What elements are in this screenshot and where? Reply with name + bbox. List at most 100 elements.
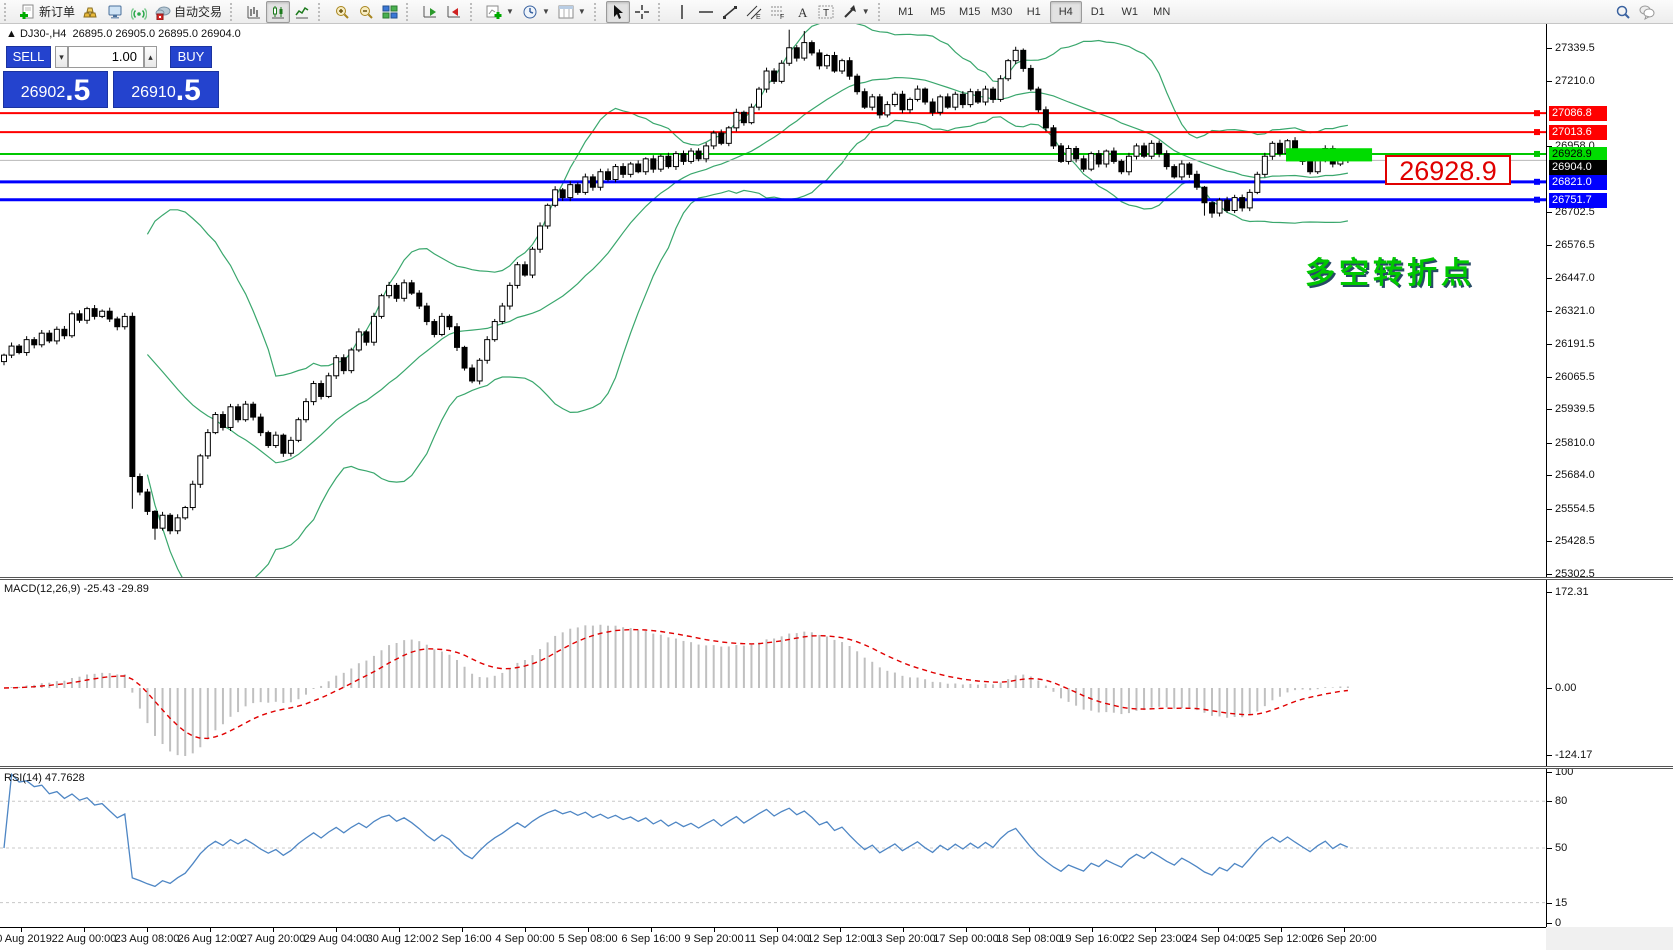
pane-separator[interactable] [0, 577, 1673, 580]
main-chart-pane[interactable]: ▲ DJ30-,H4 26895.0 26905.0 26895.0 26904… [0, 24, 1546, 577]
toolbar-equidistant-channel[interactable]: E [742, 1, 766, 23]
sell-button[interactable]: SELL [6, 46, 51, 68]
toolbar-crosshair[interactable] [630, 1, 654, 23]
time-tick-label: 22 Aug 00:00 [52, 933, 117, 945]
axis-tick-label: 26321.0 [1555, 305, 1595, 317]
macd-pane[interactable]: MACD(12,26,9) -25.43 -29.89 [0, 580, 1546, 766]
time-tick-label: 18 Sep 08:00 [996, 933, 1061, 945]
toolbar-zoom-out[interactable] [354, 1, 378, 23]
timeframe-m5[interactable]: M5 [922, 1, 954, 23]
axis-tick-label [1547, 574, 1552, 575]
toolbar-templates[interactable]: ▼ [554, 1, 590, 23]
toolbar-fibonacci[interactable]: F [766, 1, 790, 23]
toolbar-periods[interactable]: ▼ [518, 1, 554, 23]
toolbar-bar-chart[interactable] [242, 1, 266, 23]
toolbar-market-watch[interactable] [79, 1, 103, 23]
timeframe-h4[interactable]: H4 [1050, 1, 1082, 23]
toolbar-new-order[interactable]: 新订单 [16, 1, 79, 23]
toolbar-text-label[interactable]: T [814, 1, 838, 23]
buy-button[interactable]: BUY [170, 46, 212, 68]
time-tick-label: 24 Sep 04:00 [1185, 933, 1250, 945]
axis-tick-label [1547, 443, 1552, 444]
time-tick-label: 22 Sep 23:00 [1122, 933, 1187, 945]
time-tick-label: 26 Aug 12:00 [178, 933, 243, 945]
toolbar-right [1611, 1, 1659, 23]
rsi-pane[interactable]: RSI(14) 47.7628 [0, 769, 1546, 927]
axis-tick-label: 25554.5 [1555, 503, 1595, 515]
price-line-tag: 26821.0 [1549, 175, 1607, 190]
toolbar-arrows[interactable]: ▼ [838, 1, 874, 23]
toolbar-chat[interactable] [1635, 1, 1659, 23]
timeframe-m15[interactable]: M15 [954, 1, 986, 23]
time-tick [903, 928, 904, 932]
main-chart-canvas[interactable] [0, 24, 1546, 577]
toolbar-navigator[interactable] [103, 1, 127, 23]
timeframe-m1[interactable]: M1 [890, 1, 922, 23]
price-callout-label[interactable]: 26928.9 [1385, 155, 1511, 185]
axis-tick-label: 0 [1555, 917, 1561, 929]
one-click-trading-panel: SELL ▾ 1.00 ▴ BUY 26902.5 26910.5 [3, 46, 219, 108]
axis-tick-label: 26447.0 [1555, 272, 1595, 284]
toolbar-grip [658, 3, 667, 21]
time-tick [399, 928, 400, 932]
collapse-arrow-icon[interactable]: ▲ [6, 28, 17, 40]
time-tick-label: 19 Sep 16:00 [1059, 933, 1124, 945]
toolbar-tile-windows[interactable] [378, 1, 402, 23]
toolbar-chart-shift[interactable] [442, 1, 466, 23]
timeframe-m30[interactable]: M30 [986, 1, 1018, 23]
axis-tick [1547, 592, 1552, 593]
time-tick-label: 13 Sep 20:00 [870, 933, 935, 945]
toolbar-cursor[interactable] [606, 1, 630, 23]
rsi-canvas[interactable] [0, 769, 1546, 927]
pane-separator[interactable] [0, 766, 1673, 769]
time-axis[interactable]: 20 Aug 201922 Aug 00:0023 Aug 08:0026 Au… [0, 927, 1546, 950]
time-tick [588, 928, 589, 932]
timeframe-mn[interactable]: MN [1146, 1, 1178, 23]
axis-tick-label [1547, 81, 1552, 82]
toolbar-grip [594, 3, 603, 21]
time-tick [840, 928, 841, 932]
time-tick-label: 4 Sep 00:00 [495, 933, 554, 945]
macd-canvas[interactable] [0, 580, 1546, 766]
time-tick-label: 2 Sep 16:00 [432, 933, 491, 945]
sell-price-button[interactable]: 26902.5 [3, 71, 108, 108]
axis-tick-label: 26065.5 [1555, 371, 1595, 383]
chevron-down-icon: ▼ [578, 7, 586, 16]
toolbar-text[interactable]: A [790, 1, 814, 23]
toolbar-auto-trading[interactable]: 自动交易 [151, 1, 226, 23]
time-tick [147, 928, 148, 932]
volume-input[interactable]: 1.00 [68, 46, 144, 68]
toolbar-signals[interactable] [127, 1, 151, 23]
time-tick [966, 928, 967, 932]
rsi-label: RSI(14) 47.7628 [4, 772, 85, 784]
toolbar-auto-scroll[interactable] [418, 1, 442, 23]
toolbar-search[interactable] [1611, 1, 1635, 23]
svg-text:F: F [780, 14, 784, 20]
volume-up-button[interactable]: ▴ [144, 46, 157, 68]
toolbar-zoom-in[interactable] [330, 1, 354, 23]
toolbar-trendline[interactable] [718, 1, 742, 23]
buy-price-button[interactable]: 26910.5 [113, 71, 219, 108]
toolbar-line-chart[interactable] [290, 1, 314, 23]
timeframe-h1[interactable]: H1 [1018, 1, 1050, 23]
axis-tick [1547, 772, 1552, 773]
timeframe-d1[interactable]: D1 [1082, 1, 1114, 23]
timeframe-w1[interactable]: W1 [1114, 1, 1146, 23]
toolbar-indicators[interactable]: ▼ [482, 1, 518, 23]
toolbar-vertical-line[interactable] [670, 1, 694, 23]
chevron-down-icon: ▼ [542, 7, 550, 16]
toolbar-horizontal-line[interactable] [694, 1, 718, 23]
svg-text:E: E [756, 14, 761, 20]
axis-tick-label [1547, 475, 1552, 476]
time-tick [525, 928, 526, 932]
time-tick [1155, 928, 1156, 932]
price-axis[interactable]: 27339.527210.026958.026702.526576.526447… [1546, 24, 1673, 927]
axis-tick-label: 25428.5 [1555, 535, 1595, 547]
toolbar-candle-chart[interactable] [266, 1, 290, 23]
time-tick-label: 20 Aug 2019 [0, 933, 52, 945]
chinese-annotation[interactable]: 多空转折点 [1305, 248, 1475, 292]
volume-down-button[interactable]: ▾ [55, 46, 68, 68]
time-tick [1218, 928, 1219, 932]
axis-tick-label [1547, 541, 1552, 542]
toolbar: 新订单自动交易▼▼▼EFAT▼M1M5M15M30H1H4D1W1MN [0, 0, 1673, 24]
